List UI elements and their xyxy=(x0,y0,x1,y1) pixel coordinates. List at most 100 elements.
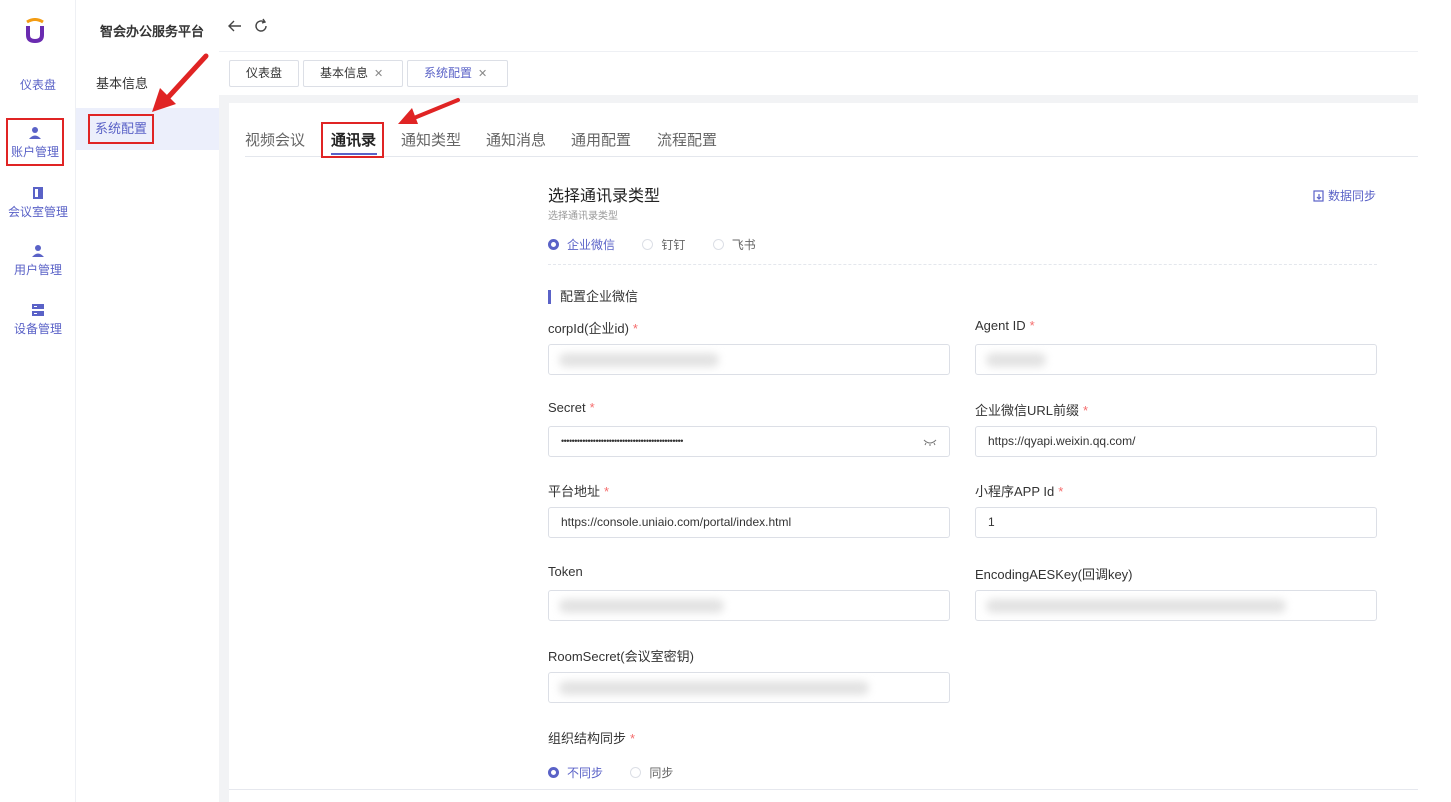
sidebar-item-label: 基本信息 xyxy=(96,76,149,91)
data-sync-label: 数据同步 xyxy=(1328,189,1377,203)
platform-address-input[interactable]: https://console.uniaio.com/portal/index.… xyxy=(548,507,950,538)
radio-wecom[interactable]: 企业微信 xyxy=(548,236,615,253)
room-secret-input[interactable] xyxy=(548,672,950,703)
secret-label: Secret * xyxy=(548,400,595,415)
top-bar xyxy=(219,0,1418,52)
required-mark: * xyxy=(630,731,636,746)
tag-label: 系统配置 xyxy=(424,66,473,80)
close-icon[interactable]: ✕ xyxy=(478,68,487,80)
wecom-url-input[interactable]: https://qyapi.weixin.qq.com/ xyxy=(975,426,1377,457)
radio-label: 飞书 xyxy=(731,238,756,252)
app-logo-icon[interactable] xyxy=(24,18,46,44)
back-arrow-icon[interactable] xyxy=(227,18,243,34)
radio-label: 钉钉 xyxy=(661,238,686,252)
rail-item-meeting-room-management[interactable]: 会议室管理 xyxy=(0,186,76,220)
org-sync-label: 组织结构同步 * xyxy=(548,728,635,747)
rail-item-device-management[interactable]: 设备管理 xyxy=(0,303,76,337)
radio-dot xyxy=(548,767,559,778)
eye-closed-icon[interactable] xyxy=(923,436,937,448)
close-icon[interactable]: ✕ xyxy=(374,68,383,80)
rail-item-label: 设备管理 xyxy=(13,322,62,336)
section-subtitle: 选择通讯录类型 xyxy=(548,211,618,222)
section-divider xyxy=(548,264,1377,265)
user-icon xyxy=(29,127,41,139)
page-tags-bar: 仪表盘 基本信息 ✕ 系统配置 ✕ xyxy=(219,53,1418,95)
rail-item-account-management[interactable]: 账户管理 xyxy=(6,118,64,166)
door-icon xyxy=(33,187,43,199)
aes-key-input[interactable] xyxy=(975,590,1377,621)
annotation-arrow-icon xyxy=(152,53,209,112)
radio-feishu[interactable]: 飞书 xyxy=(712,236,756,253)
platform-title: 智会办公服务平台 xyxy=(100,24,205,39)
tag-dashboard[interactable]: 仪表盘 xyxy=(229,60,299,87)
platform-address-label: 平台地址 * xyxy=(548,481,609,500)
required-mark: * xyxy=(1083,403,1089,418)
secret-input[interactable]: ••••••••••••••••••••••••••••••••••••••••… xyxy=(548,426,950,457)
tab-notification-message[interactable]: 通知消息 xyxy=(486,129,546,150)
radio-label: 同步 xyxy=(649,766,674,780)
radio-dot xyxy=(642,239,654,250)
rail-item-user-management[interactable]: 用户管理 xyxy=(0,244,76,278)
tag-basic-info[interactable]: 基本信息 ✕ xyxy=(303,60,403,87)
content-bottom-edge xyxy=(229,789,1418,802)
redacted-value xyxy=(986,599,1286,613)
tab-general-config[interactable]: 通用配置 xyxy=(571,129,631,150)
field-value: 1 xyxy=(988,515,995,529)
contact-type-radio-group: 企业微信 钉钉 飞书 xyxy=(548,236,780,253)
corpid-label: corpId(企业id) * xyxy=(548,318,638,337)
field-label-text: 平台地址 xyxy=(548,484,601,499)
required-mark: * xyxy=(604,484,610,499)
mini-app-id-input[interactable]: 1 xyxy=(975,507,1377,538)
group-title: 配置企业微信 xyxy=(548,290,638,304)
field-label-text: Token xyxy=(548,564,583,579)
org-sync-radio-group: 不同步 同步 xyxy=(548,764,697,781)
refresh-icon[interactable] xyxy=(253,18,269,34)
server-icon xyxy=(32,304,44,316)
tag-label: 基本信息 xyxy=(320,66,369,80)
sidebar-item-label: 系统配置 xyxy=(88,114,155,144)
required-mark: * xyxy=(1058,484,1064,499)
agentid-input[interactable] xyxy=(975,344,1377,375)
redacted-value xyxy=(559,353,719,367)
tab-video-meeting[interactable]: 视频会议 xyxy=(245,129,305,150)
field-value: ••••••••••••••••••••••••••••••••••••••••… xyxy=(561,436,683,446)
corpid-input[interactable] xyxy=(548,344,950,375)
rail-item-label: 用户管理 xyxy=(13,263,62,277)
room-secret-label: RoomSecret(会议室密钥) xyxy=(548,646,694,665)
field-label-text: Secret xyxy=(548,400,586,415)
token-input[interactable] xyxy=(548,590,950,621)
tag-system-config[interactable]: 系统配置 ✕ xyxy=(407,60,508,87)
radio-no-sync[interactable]: 不同步 xyxy=(548,764,603,781)
rail-item-label: 账户管理 xyxy=(10,145,59,159)
field-label-text: 组织结构同步 xyxy=(548,731,627,746)
radio-label: 不同步 xyxy=(567,766,604,780)
rail-item-label: 会议室管理 xyxy=(7,205,68,219)
field-label-text: 小程序APP Id xyxy=(975,484,1055,499)
field-label-text: RoomSecret(会议室密钥) xyxy=(548,649,694,664)
content-gutter xyxy=(219,95,229,802)
rail-item-label: 仪表盘 xyxy=(19,78,56,92)
radio-sync[interactable]: 同步 xyxy=(630,764,673,781)
redacted-value xyxy=(559,599,724,613)
config-tabs: 视频会议 通讯录 通知类型 通知消息 通用配置 流程配置 xyxy=(245,123,1418,157)
field-label-text: EncodingAESKey(回调key) xyxy=(975,567,1133,582)
aes-key-label: EncodingAESKey(回调key) xyxy=(975,564,1133,583)
icon-rail: 仪表盘 账户管理 会议室管理 用户管理 设备管理 xyxy=(0,0,76,802)
radio-dingtalk[interactable]: 钉钉 xyxy=(642,236,685,253)
radio-label: 企业微信 xyxy=(567,238,616,252)
field-label-text: corpId(企业id) xyxy=(548,321,629,336)
rail-item-dashboard[interactable]: 仪表盘 xyxy=(0,76,76,93)
required-mark: * xyxy=(1029,318,1035,333)
sub-sidebar: 智会办公服务平台 基本信息 系统配置 xyxy=(76,0,219,802)
tab-process-config[interactable]: 流程配置 xyxy=(657,129,717,150)
data-sync-button[interactable]: 数据同步 xyxy=(1313,187,1376,204)
annotation-arrow-icon xyxy=(398,98,460,124)
radio-dot xyxy=(712,239,724,250)
field-value: https://console.uniaio.com/portal/index.… xyxy=(561,515,792,529)
tab-notification-type[interactable]: 通知类型 xyxy=(401,129,461,150)
required-mark: * xyxy=(632,321,638,336)
agentid-label: Agent ID * xyxy=(975,318,1035,333)
annotation-highlight-box xyxy=(321,122,384,158)
field-value: https://qyapi.weixin.qq.com/ xyxy=(988,434,1136,448)
required-mark: * xyxy=(589,400,595,415)
